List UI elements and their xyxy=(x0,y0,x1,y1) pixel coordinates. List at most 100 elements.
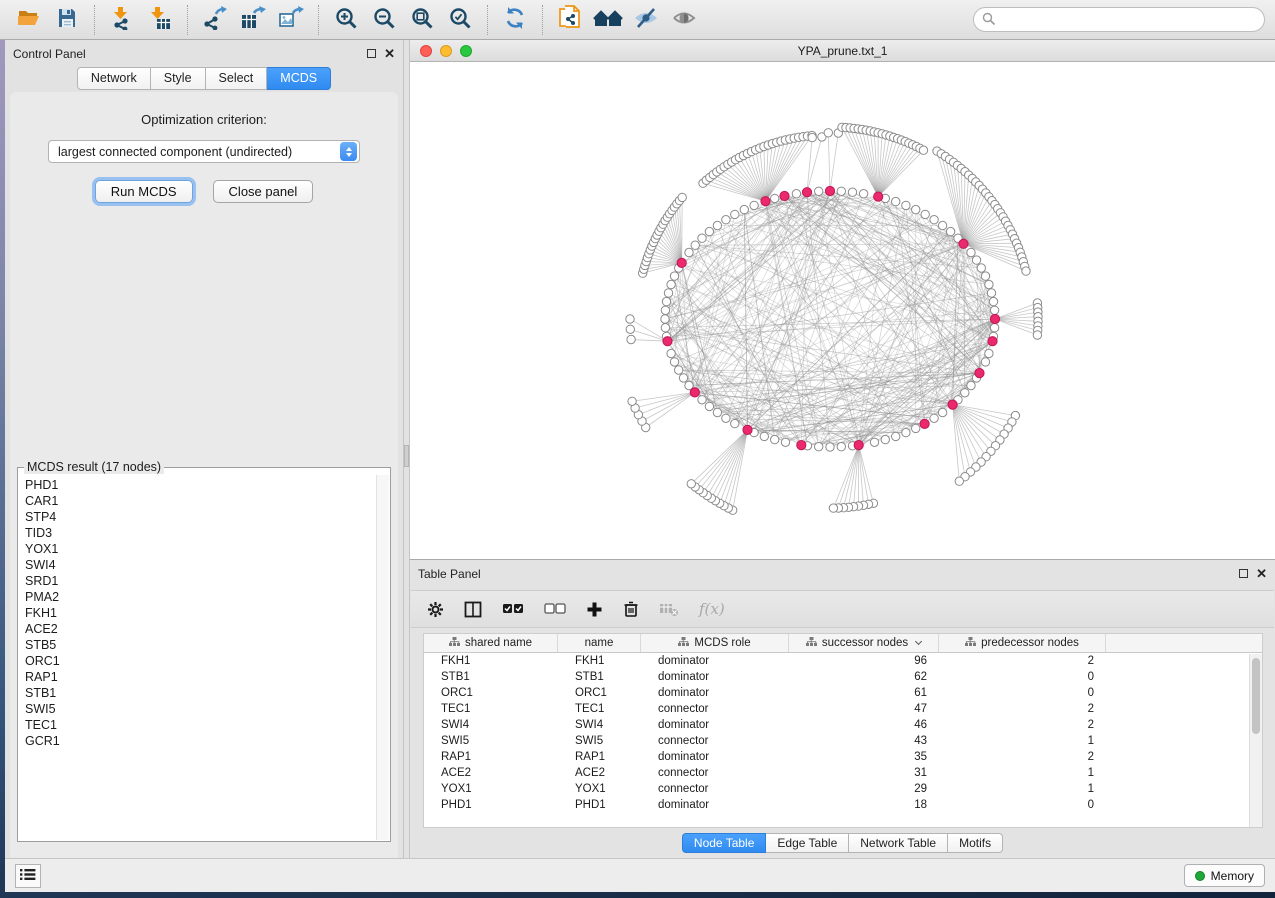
mcds-result-item[interactable]: STB1 xyxy=(25,685,375,701)
cell-shared-name[interactable]: STB1 xyxy=(424,669,558,685)
float-panel-icon[interactable] xyxy=(367,49,376,58)
cell-shared-name[interactable]: SWI5 xyxy=(424,733,558,749)
splitter-handle[interactable] xyxy=(404,445,409,467)
cell-MCDS-role[interactable]: dominator xyxy=(641,685,789,701)
mcds-result-item[interactable]: ORC1 xyxy=(25,653,375,669)
tab-network[interactable]: Network xyxy=(77,67,151,90)
zoom-selected-button[interactable] xyxy=(445,5,475,35)
mcds-result-item[interactable]: SRD1 xyxy=(25,573,375,589)
export-image-button[interactable] xyxy=(276,5,306,35)
cell-MCDS-role[interactable]: dominator xyxy=(641,669,789,685)
panel-splitter[interactable] xyxy=(403,40,410,858)
table-scrollbar[interactable] xyxy=(1249,654,1262,827)
column-header-shared-name[interactable]: shared name xyxy=(424,634,558,652)
mcds-result-item[interactable]: SWI5 xyxy=(25,701,375,717)
cell-name[interactable]: STB1 xyxy=(558,669,641,685)
cell-predecessor-nodes[interactable]: 2 xyxy=(939,749,1106,765)
cell-predecessor-nodes[interactable]: 0 xyxy=(939,669,1106,685)
column-header-predecessor-nodes[interactable]: predecessor nodes xyxy=(939,634,1106,652)
cell-predecessor-nodes[interactable]: 2 xyxy=(939,701,1106,717)
cell-successor-nodes[interactable]: 31 xyxy=(789,765,939,781)
cell-name[interactable]: ORC1 xyxy=(558,685,641,701)
close-table-panel-icon[interactable]: ✕ xyxy=(1256,569,1267,578)
cell-shared-name[interactable]: ORC1 xyxy=(424,685,558,701)
table-row[interactable]: PHD1PHD1dominator180 xyxy=(424,797,1262,813)
cell-successor-nodes[interactable]: 46 xyxy=(789,717,939,733)
table-row[interactable]: RAP1RAP1dominator352 xyxy=(424,749,1262,765)
cell-name[interactable]: RAP1 xyxy=(558,749,641,765)
cell-successor-nodes[interactable]: 96 xyxy=(789,653,939,669)
zoom-in-button[interactable] xyxy=(331,5,361,35)
import-network-button[interactable] xyxy=(107,5,137,35)
cell-successor-nodes[interactable]: 47 xyxy=(789,701,939,717)
cell-name[interactable]: ACE2 xyxy=(558,765,641,781)
mcds-result-item[interactable]: GCR1 xyxy=(25,733,375,749)
cell-name[interactable]: TEC1 xyxy=(558,701,641,717)
cell-shared-name[interactable]: TEC1 xyxy=(424,701,558,717)
refresh-button[interactable] xyxy=(500,5,530,35)
close-panel-icon[interactable]: ✕ xyxy=(384,49,395,58)
column-header-name[interactable]: name xyxy=(558,634,641,652)
cell-MCDS-role[interactable]: dominator xyxy=(641,717,789,733)
show-graphics-details-button[interactable] xyxy=(669,5,699,35)
tab-edge-table[interactable]: Edge Table xyxy=(766,833,849,853)
mcds-result-item[interactable]: ACE2 xyxy=(25,621,375,637)
export-network-button[interactable] xyxy=(200,5,230,35)
network-canvas[interactable] xyxy=(410,62,1275,559)
cell-shared-name[interactable]: PHD1 xyxy=(424,797,558,813)
table-row[interactable]: YOX1YOX1connector291 xyxy=(424,781,1262,797)
close-panel-button[interactable]: Close panel xyxy=(213,180,314,203)
cell-predecessor-nodes[interactable]: 2 xyxy=(939,653,1106,669)
cell-predecessor-nodes[interactable]: 1 xyxy=(939,733,1106,749)
mcds-result-item[interactable]: YOX1 xyxy=(25,541,375,557)
cell-MCDS-role[interactable]: connector xyxy=(641,733,789,749)
mcds-result-item[interactable]: CAR1 xyxy=(25,493,375,509)
cell-successor-nodes[interactable]: 61 xyxy=(789,685,939,701)
cell-MCDS-role[interactable]: dominator xyxy=(641,797,789,813)
cell-shared-name[interactable]: FKH1 xyxy=(424,653,558,669)
cell-predecessor-nodes[interactable]: 1 xyxy=(939,765,1106,781)
toggle-column-view-button[interactable] xyxy=(464,601,482,618)
cell-predecessor-nodes[interactable]: 2 xyxy=(939,717,1106,733)
export-table-button[interactable] xyxy=(238,5,268,35)
table-row[interactable]: FKH1FKH1dominator962 xyxy=(424,653,1262,669)
add-column-button[interactable] xyxy=(586,601,603,618)
table-settings-button[interactable] xyxy=(427,601,444,618)
save-session-button[interactable] xyxy=(52,5,82,35)
mcds-result-item[interactable]: SWI4 xyxy=(25,557,375,573)
criterion-dropdown[interactable]: largest connected component (undirected) xyxy=(48,140,360,163)
tab-motifs[interactable]: Motifs xyxy=(948,833,1003,853)
task-history-button[interactable] xyxy=(15,864,41,888)
cell-name[interactable]: SWI4 xyxy=(558,717,641,733)
cell-MCDS-role[interactable]: dominator xyxy=(641,653,789,669)
column-header-MCDS-role[interactable]: MCDS role xyxy=(641,634,789,652)
cell-MCDS-role[interactable]: connector xyxy=(641,701,789,717)
zoom-fit-button[interactable] xyxy=(407,5,437,35)
tab-node-table[interactable]: Node Table xyxy=(682,833,767,853)
mcds-result-item[interactable]: TID3 xyxy=(25,525,375,541)
cell-predecessor-nodes[interactable]: 0 xyxy=(939,797,1106,813)
cell-name[interactable]: SWI5 xyxy=(558,733,641,749)
deselect-all-button[interactable] xyxy=(544,602,566,616)
cell-MCDS-role[interactable]: dominator xyxy=(641,749,789,765)
mcds-result-item[interactable]: PHD1 xyxy=(25,477,375,493)
column-header-successor-nodes[interactable]: successor nodes xyxy=(789,634,939,652)
cell-predecessor-nodes[interactable]: 1 xyxy=(939,781,1106,797)
cell-shared-name[interactable]: ACE2 xyxy=(424,765,558,781)
tab-select[interactable]: Select xyxy=(206,67,268,90)
cell-shared-name[interactable]: YOX1 xyxy=(424,781,558,797)
table-row[interactable]: ORC1ORC1dominator610 xyxy=(424,685,1262,701)
mcds-result-item[interactable]: STB5 xyxy=(25,637,375,653)
result-list-scrollbar[interactable] xyxy=(376,475,389,840)
run-mcds-button[interactable]: Run MCDS xyxy=(95,180,193,203)
network-overview-button[interactable] xyxy=(593,5,623,35)
table-row[interactable]: SWI4SWI4dominator462 xyxy=(424,717,1262,733)
table-row[interactable]: TEC1TEC1connector472 xyxy=(424,701,1262,717)
mcds-result-item[interactable]: TEC1 xyxy=(25,717,375,733)
table-row[interactable]: ACE2ACE2connector311 xyxy=(424,765,1262,781)
table-row[interactable]: SWI5SWI5connector431 xyxy=(424,733,1262,749)
cell-successor-nodes[interactable]: 62 xyxy=(789,669,939,685)
import-table-button[interactable] xyxy=(145,5,175,35)
tab-mcds[interactable]: MCDS xyxy=(267,67,331,90)
search-input[interactable] xyxy=(973,7,1265,32)
